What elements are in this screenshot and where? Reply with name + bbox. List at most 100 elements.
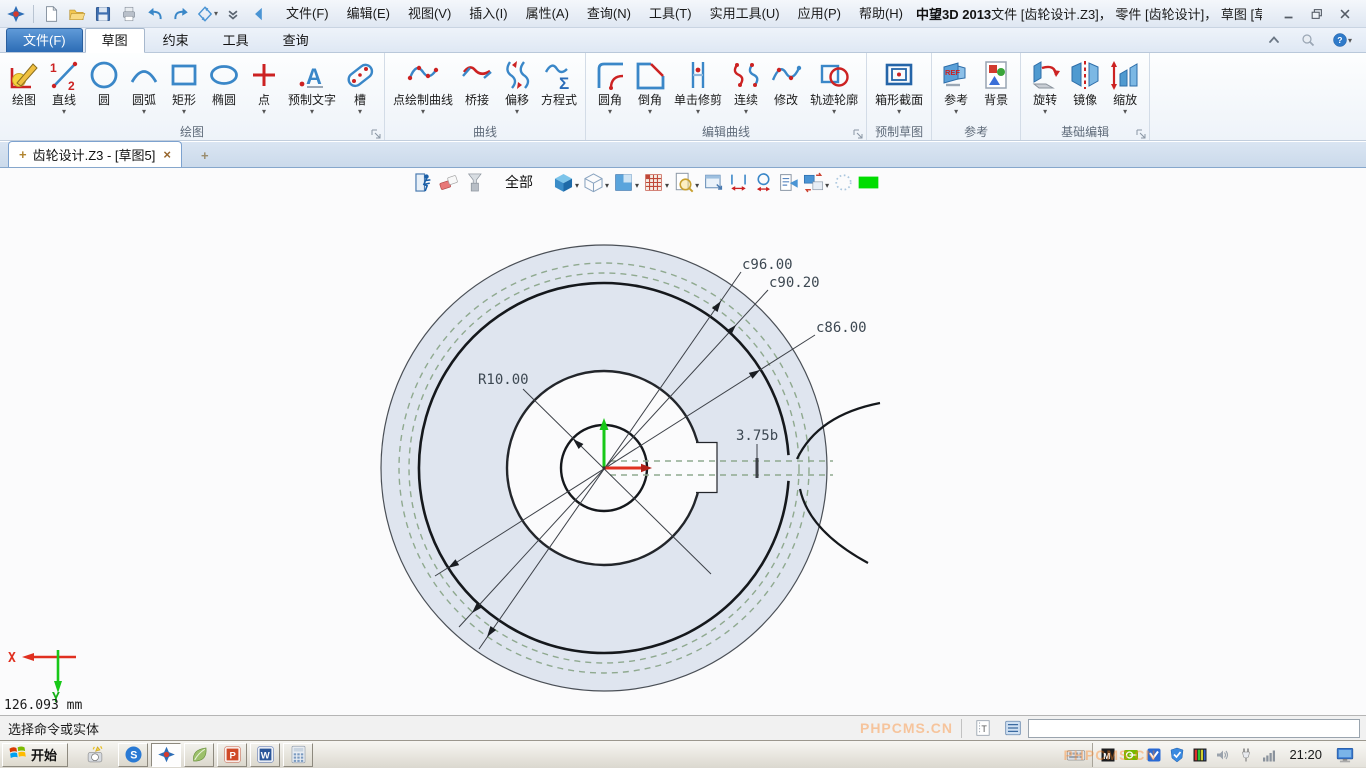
view-eraser-button[interactable] [439,172,460,193]
view-diameter-dim-button[interactable] [753,172,774,193]
qat-customize-chevron-button[interactable] [221,2,245,26]
qat-regen-button[interactable]: ▾ [195,2,219,26]
table-panel-button[interactable]: T [972,718,994,738]
start-button[interactable]: 开始 [2,743,68,767]
ribbon-button-circle[interactable]: 圆 [84,55,124,116]
search-button[interactable] [1298,31,1318,49]
ribbon-button-rotate[interactable]: 旋转▾ [1025,55,1065,116]
ribbon-tab[interactable]: 查询 [267,29,325,52]
ribbon-button-point-curve[interactable]: 点绘制曲线▾ [389,55,457,116]
qat-open-folder-button[interactable] [65,2,89,26]
ribbon-button-equation-curve[interactable]: Σ方程式 [537,55,581,116]
ribbon-button-trace-profile[interactable]: 轨迹轮廓▾ [806,55,862,116]
tray-led-grid-icon[interactable] [1191,746,1209,764]
ribbon-tab[interactable]: 草图 [85,28,145,53]
taskbar-clock[interactable]: 21:20 [1283,747,1328,762]
ribbon-button-mirror[interactable]: 镜像 [1065,55,1105,116]
taskbar-word-button[interactable]: W [250,743,280,767]
taskbar-leaf-mail-button[interactable] [184,743,214,767]
ribbon-button-one-click-trim[interactable]: 单击修剪▾ [670,55,726,116]
view-view-plane-button[interactable]: ▾ [613,172,639,193]
ribbon-button-continuous[interactable]: 连续▾ [726,55,766,116]
tray-signal-bars-icon[interactable] [1260,746,1278,764]
dialog-launcher-icon[interactable] [371,127,381,137]
menu-item[interactable]: 插入(I) [460,0,516,27]
view-note-page-button[interactable] [778,172,799,193]
ribbon-button-slot[interactable]: 槽▾ [340,55,380,116]
menu-item[interactable]: 编辑(E) [338,0,399,27]
list-panel-button[interactable] [1002,718,1024,738]
tray-shield-check-icon[interactable] [1168,746,1186,764]
view-green-swatch-button[interactable] [858,172,879,193]
dimension-bore-radius[interactable]: R10.00 [478,372,529,388]
ribbon-button-rectangle[interactable]: 矩形▾ [164,55,204,116]
dimension-slot-width[interactable]: 3.75b [736,428,778,444]
ribbon-button-ellipse[interactable]: 椭圆 [204,55,244,116]
ribbon-button-reference[interactable]: REF参考▾ [936,55,976,116]
menu-item[interactable]: 应用(P) [789,0,850,27]
view-dotted-circle-button[interactable] [833,172,854,193]
ribbon-button-modify-curve[interactable]: 修改 [766,55,806,116]
view-width-dim-button[interactable] [728,172,749,193]
qat-new-doc-button[interactable] [39,2,63,26]
taskbar-s-browser-button[interactable]: S [118,743,148,767]
qat-printer-button[interactable] [117,2,141,26]
ribbon-button-sketch-draw[interactable]: 绘图 [4,55,44,116]
collapse-chevron-button[interactable] [1264,31,1284,49]
qat-zw3d-logo-button[interactable] [4,2,28,26]
menu-item[interactable]: 查询(N) [578,0,640,27]
view-zoom-doc-button[interactable]: ▾ [673,172,699,193]
menu-item[interactable]: 工具(T) [640,0,701,27]
tab-close-icon[interactable]: × [163,147,171,162]
view-shaded-cube-button[interactable]: ▾ [553,172,579,193]
ribbon-tab[interactable]: 工具 [207,29,265,52]
tray-power-plug-icon[interactable] [1237,746,1255,764]
ribbon-button-ready-text[interactable]: A预制文字▾ [284,55,340,116]
menu-item[interactable]: 视图(V) [399,0,460,27]
display-filter-all[interactable]: 全部 [505,172,533,192]
sketch-canvas[interactable]: 全部▾▾▾▾▾▾ [0,168,1366,715]
tray-speaker-icon[interactable] [1214,746,1232,764]
ribbon-button-point-plus[interactable]: 点▾ [244,55,284,116]
ribbon-button-background[interactable]: 背景 [976,55,1016,116]
qat-undo-button[interactable] [143,2,167,26]
ribbon-tab[interactable]: 约束 [147,29,205,52]
taskbar-calculator-button[interactable] [283,743,313,767]
restore-button[interactable] [1308,6,1326,22]
ribbon-tab[interactable]: 文件(F) [6,28,83,52]
menu-item[interactable]: 帮助(H) [850,0,912,27]
ribbon-button-scale[interactable]: 缩放▾ [1105,55,1145,116]
show-desktop-button[interactable] [1333,744,1357,766]
qat-save-floppy-button[interactable] [91,2,115,26]
qat-redo-button[interactable] [169,2,193,26]
ribbon-button-arc[interactable]: 圆弧▾ [124,55,164,116]
dialog-launcher-icon[interactable] [853,127,863,137]
dimension-tip-diameter[interactable]: c96.00 [742,257,793,273]
taskbar-zw3d-flag-button[interactable] [151,743,181,767]
minimize-button[interactable] [1280,6,1298,22]
new-tab-button[interactable]: + [190,144,220,167]
view-exit-sketch-button[interactable] [414,172,435,193]
ribbon-button-offset-curve[interactable]: 偏移▾ [497,55,537,116]
document-tab-active[interactable]: + 齿轮设计.Z3 - [草图5] × [8,141,182,167]
menu-item[interactable]: 实用工具(U) [701,0,789,27]
menu-item[interactable]: 属性(A) [517,0,578,27]
help-button[interactable]: ?▾ [1332,31,1352,49]
view-wireframe-cube-button[interactable]: ▾ [583,172,609,193]
menu-item[interactable]: 文件(F) [277,0,338,27]
ribbon-button-line-12[interactable]: 12直线▾ [44,55,84,116]
taskbar-launcher[interactable] [82,743,108,767]
ribbon-button-fillet[interactable]: 圆角▾ [590,55,630,116]
taskbar-powerpoint-button[interactable]: P [217,743,247,767]
ribbon-button-box-section[interactable]: 箱形截面▾ [871,55,927,116]
dimension-pitch-diameter[interactable]: c90.20 [769,275,820,291]
view-grid-button[interactable]: ▾ [643,172,669,193]
ribbon-button-chamfer[interactable]: 倒角▾ [630,55,670,116]
dialog-launcher-icon[interactable] [1136,127,1146,137]
command-input[interactable] [1028,719,1360,738]
view-window-fit-button[interactable] [703,172,724,193]
close-button[interactable] [1336,6,1354,22]
ribbon-button-bridge-curve[interactable]: 桥接 [457,55,497,116]
qat-collapse-left-button[interactable] [247,2,271,26]
dimension-root-diameter[interactable]: c86.00 [816,320,867,336]
